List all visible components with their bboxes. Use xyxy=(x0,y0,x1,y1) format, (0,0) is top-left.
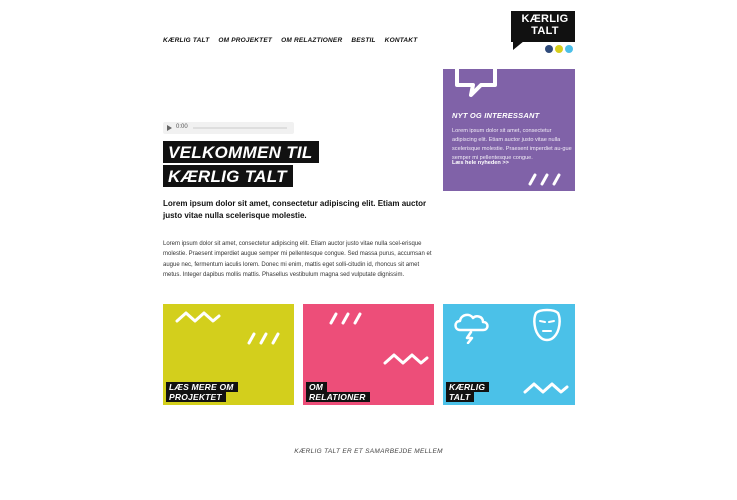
tile-label-line1: KÆRLIG xyxy=(446,382,490,392)
lead-paragraph: Lorem ipsum dolor sit amet, consectetur … xyxy=(163,199,427,220)
tile-label-line2: RELATIONER xyxy=(306,392,370,402)
tile-label-line1: LÆS MERE OM xyxy=(166,382,238,392)
tile-label-line2: TALT xyxy=(446,392,475,402)
storm-cloud-icon xyxy=(454,313,489,344)
page-title-line1: VELKOMMEN TIL xyxy=(163,141,319,163)
slash-marks-icon xyxy=(247,332,280,345)
body-paragraph: Lorem ipsum dolor sit amet, consectetur … xyxy=(163,241,432,278)
footer-text: KÆRLIG TALT ER ET SAMARBEJDE MELLEM xyxy=(294,448,443,455)
social-icon-navy[interactable] xyxy=(545,45,553,53)
page-title-line2: KÆRLIG TALT xyxy=(163,165,293,187)
page-title: VELKOMMEN TIL KÆRLIG TALT xyxy=(163,141,319,187)
tile-label: KÆRLIG TALT xyxy=(446,382,490,402)
news-box: NYT OG INTERESSANT Lorem ipsum dolor sit… xyxy=(443,63,575,191)
tile-kaerlig-talt[interactable]: KÆRLIG TALT xyxy=(443,304,575,405)
mask-face-icon xyxy=(533,308,561,342)
social-icons xyxy=(545,45,573,53)
tile-label-line2: PROJEKTET xyxy=(166,392,226,402)
audio-player[interactable]: 0:00 xyxy=(163,122,294,134)
slash-marks-icon xyxy=(528,173,561,186)
logo-text: KÆRLIG TALT xyxy=(517,13,573,37)
site-logo[interactable]: KÆRLIG TALT xyxy=(511,11,575,50)
news-read-more-link[interactable]: Læs hele nyheden >> xyxy=(452,160,509,166)
audio-progress-track[interactable] xyxy=(193,127,287,129)
tile-label: LÆS MERE OM PROJEKTET xyxy=(166,382,238,402)
nav-item-om-relaztioner[interactable]: OM RELAZTIONER xyxy=(281,37,342,44)
play-icon[interactable] xyxy=(167,125,172,131)
logo-line1: KÆRLIG xyxy=(521,13,569,25)
nav-item-bestil[interactable]: BESTIL xyxy=(351,37,375,44)
slash-marks-icon xyxy=(329,312,362,325)
social-icon-cyan[interactable] xyxy=(565,45,573,53)
zigzag-icon xyxy=(523,382,569,394)
tile-relations[interactable]: OM RELATIONER xyxy=(303,304,434,405)
logo-line2: TALT xyxy=(531,25,559,37)
audio-time: 0:00 xyxy=(176,124,188,130)
social-icon-yellow[interactable] xyxy=(555,45,563,53)
news-heading: NYT OG INTERESSANT xyxy=(452,111,540,120)
news-text: Lorem ipsum dolor sit amet, consectetur … xyxy=(452,128,572,161)
nav-item-om-projektet[interactable]: OM PROJEKTET xyxy=(218,37,272,44)
tile-project[interactable]: LÆS MERE OM PROJEKTET xyxy=(163,304,294,405)
main-nav: KÆRLIG TALT OM PROJEKTET OM RELAZTIONER … xyxy=(163,37,417,44)
nav-item-kaerlig-talt[interactable]: KÆRLIG TALT xyxy=(163,37,209,44)
nav-item-kontakt[interactable]: KONTAKT xyxy=(385,37,418,44)
zigzag-icon xyxy=(175,311,221,323)
zigzag-icon xyxy=(383,353,429,365)
speech-bubble-icon xyxy=(455,63,497,97)
logo-speech-tail xyxy=(513,41,524,50)
tile-label: OM RELATIONER xyxy=(306,382,370,402)
tile-label-line1: OM xyxy=(306,382,328,392)
